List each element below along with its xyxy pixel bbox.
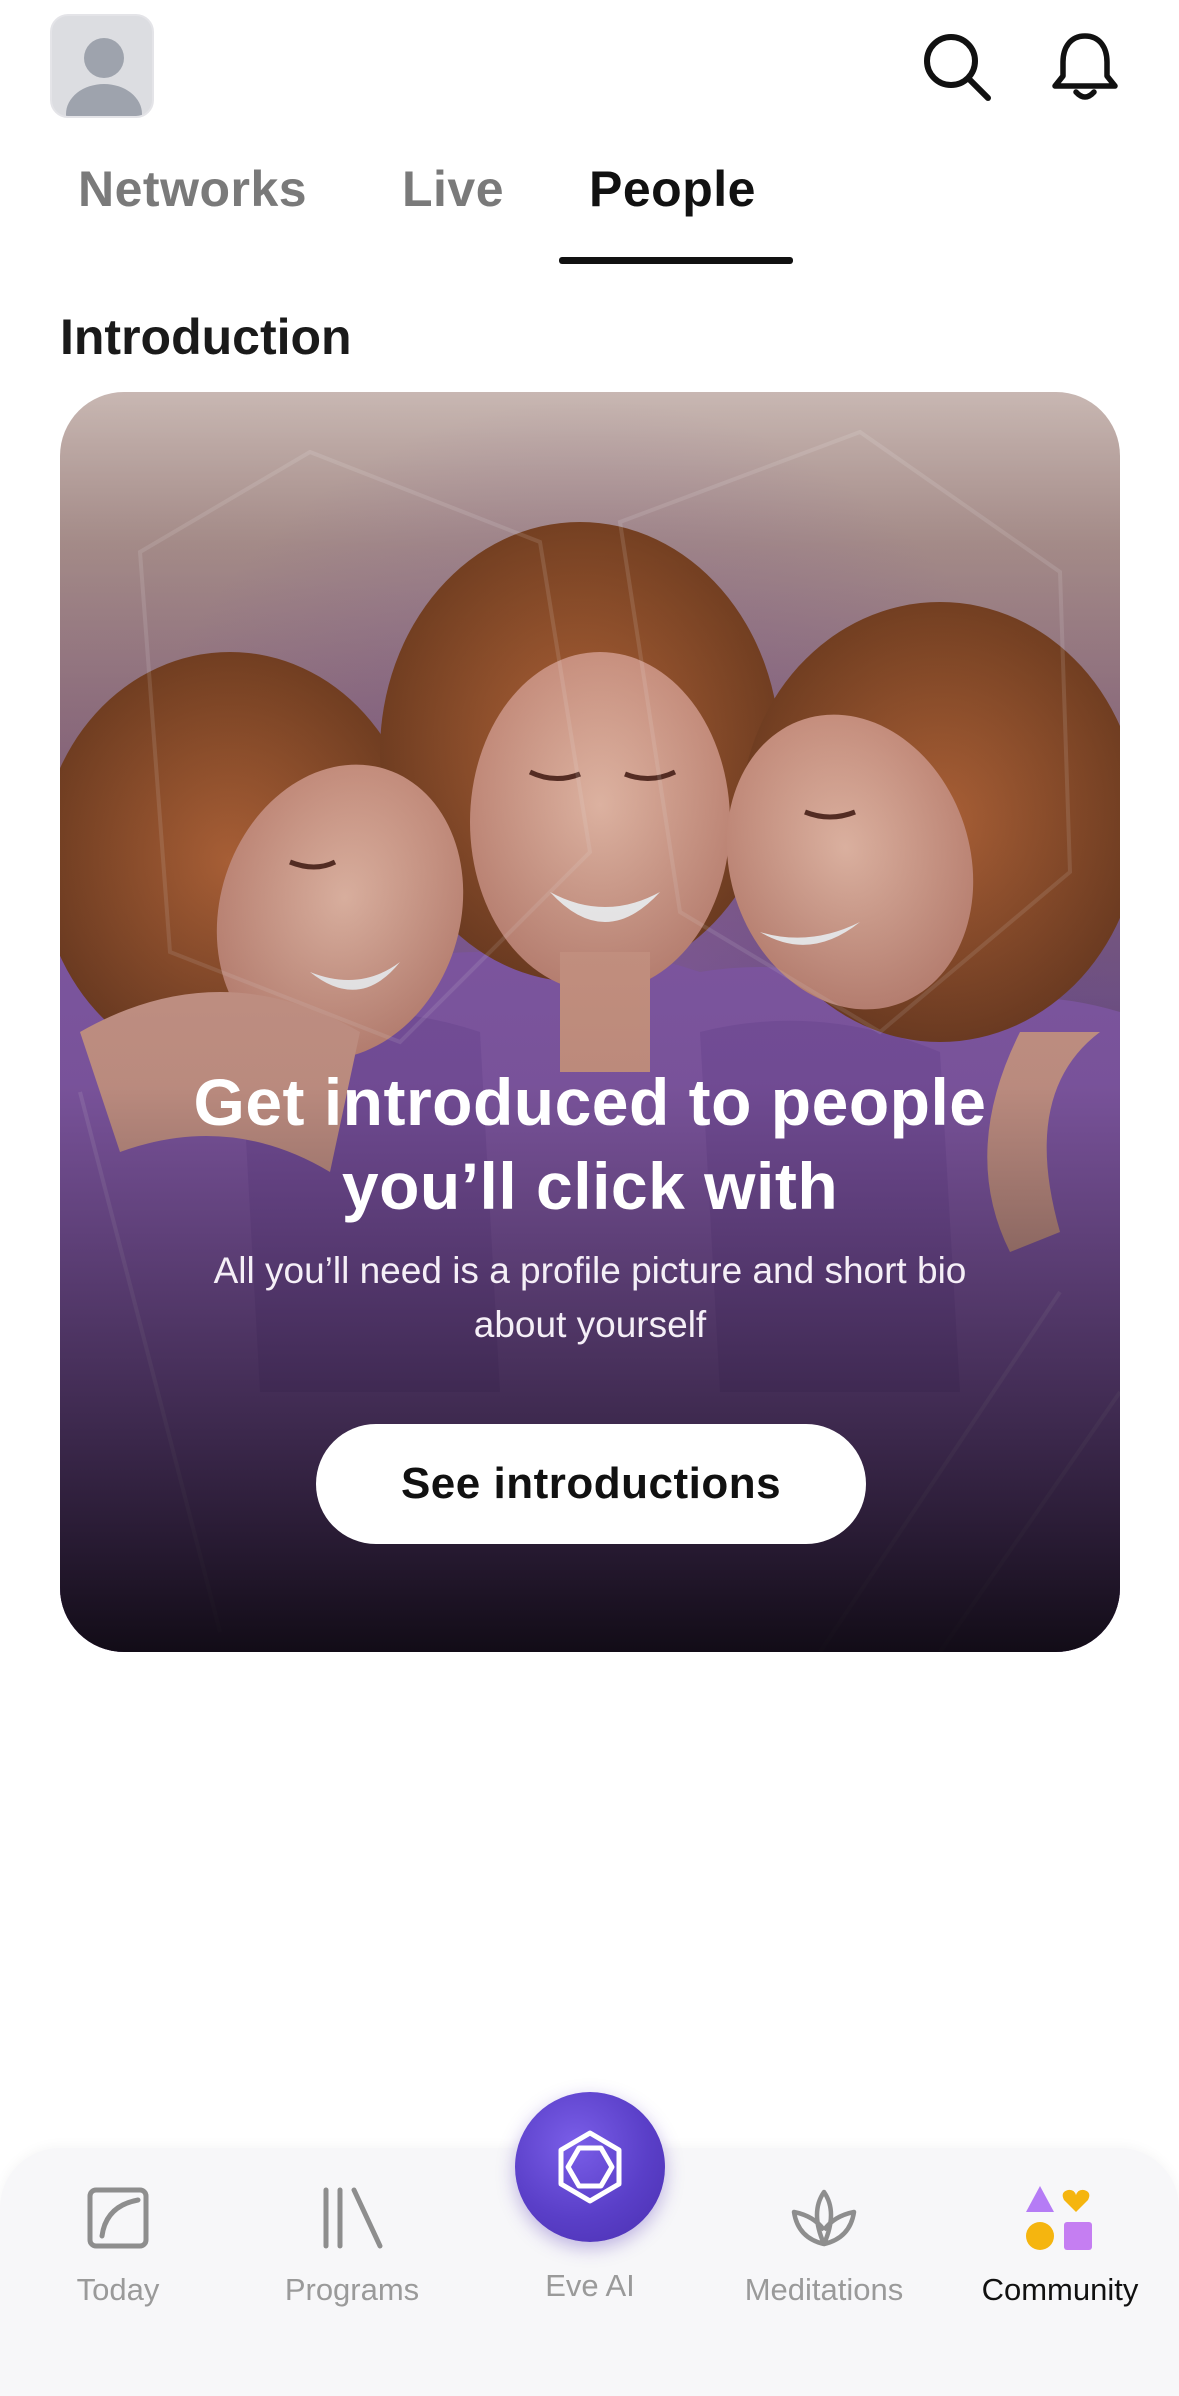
tab-networks[interactable]: Networks — [78, 160, 307, 218]
profile-avatar[interactable] — [50, 14, 154, 118]
tab-live[interactable]: Live — [402, 160, 504, 218]
section-title: Introduction — [60, 309, 352, 365]
nav-item-programs[interactable]: Programs — [242, 2178, 462, 2308]
see-introductions-button[interactable]: See introductions — [316, 1424, 866, 1544]
notifications-button[interactable] — [1046, 28, 1124, 106]
avatar-head — [84, 38, 124, 78]
nav-label-meditations: Meditations — [744, 2272, 904, 2307]
avatar-shoulders — [66, 84, 142, 116]
nav-label-programs: Programs — [284, 2272, 420, 2307]
active-tab-indicator — [559, 257, 793, 264]
nav-item-community[interactable]: Community — [950, 2178, 1170, 2308]
search-button[interactable] — [918, 28, 996, 106]
search-icon — [924, 34, 991, 101]
community-shapes-icon — [1026, 2186, 1092, 2250]
card-title-line1: Get introduced to people — [193, 1065, 987, 1139]
nav-label-community: Community — [981, 2272, 1139, 2307]
nav-label-eve-ai[interactable]: Eve AI — [478, 2268, 702, 2304]
today-icon — [87, 2187, 149, 2249]
nav-item-today[interactable]: Today — [8, 2178, 228, 2308]
card-subtitle: All you’ll need is a profile picture and… — [140, 1244, 1040, 1352]
eve-ai-button[interactable] — [515, 2092, 665, 2242]
card-title: Get introduced to people you’ll click wi… — [60, 1060, 1120, 1228]
nav-label-today: Today — [76, 2272, 160, 2307]
eve-ai-icon — [558, 2130, 622, 2204]
nav-item-meditations[interactable]: Meditations — [714, 2178, 934, 2308]
lotus-icon — [791, 2189, 857, 2247]
card-title-line2: you’ll click with — [341, 1149, 839, 1223]
introduction-card[interactable]: Get introduced to people you’ll click wi… — [60, 392, 1120, 1652]
bell-icon — [1052, 33, 1118, 100]
programs-icon — [323, 2187, 383, 2249]
card-subtitle-line1: All you’ll need is a profile picture and… — [213, 1250, 967, 1291]
card-subtitle-line2: about yourself — [473, 1304, 707, 1345]
tab-people[interactable]: People — [589, 160, 756, 218]
